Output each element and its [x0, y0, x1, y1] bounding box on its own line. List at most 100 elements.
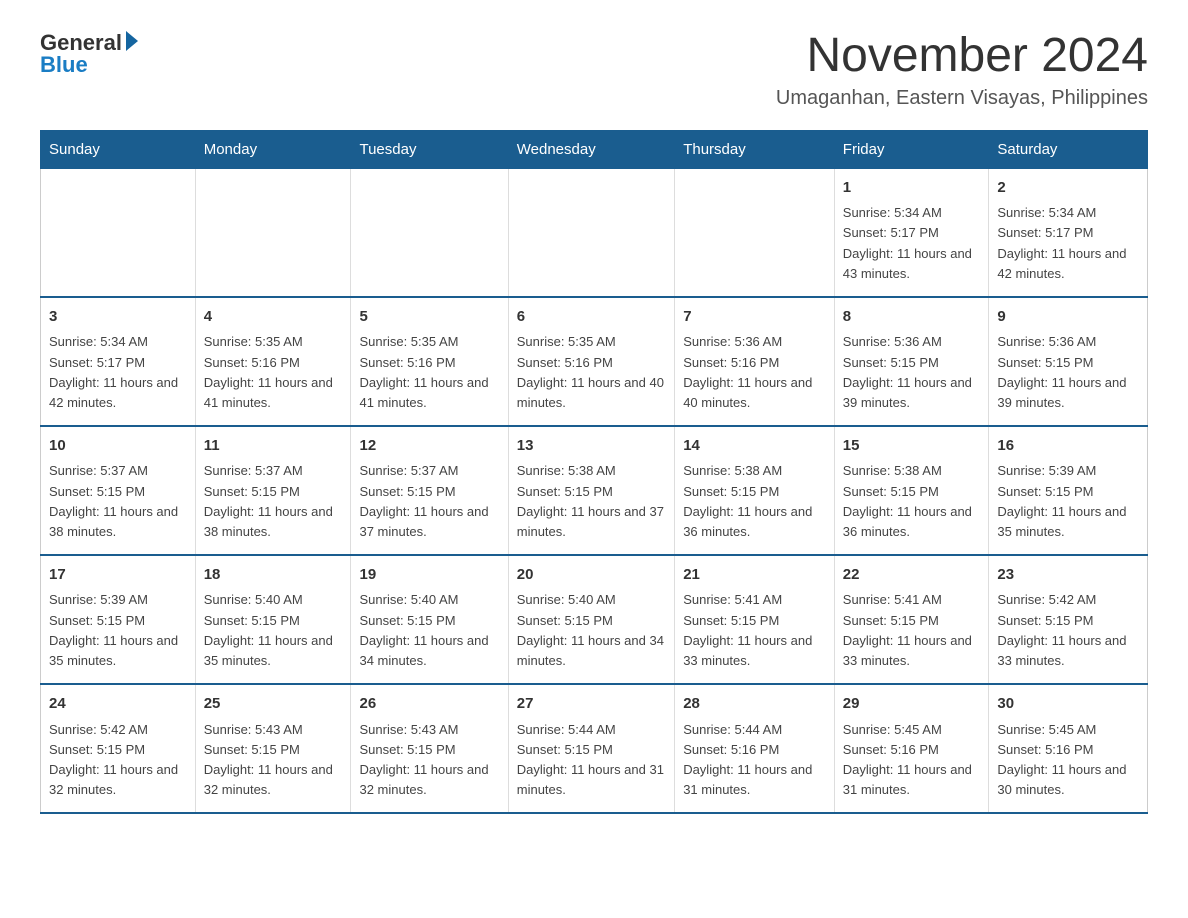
day-number: 20	[517, 564, 666, 587]
table-row: 21 Sunrise: 5:41 AMSunset: 5:15 PMDayligh…	[675, 555, 835, 684]
logo-blue-text: Blue	[40, 52, 88, 78]
day-number: 17	[49, 564, 187, 587]
table-row	[351, 168, 508, 297]
day-info: Sunrise: 5:42 AMSunset: 5:15 PMDaylight:…	[49, 720, 187, 801]
table-row: 12 Sunrise: 5:37 AMSunset: 5:15 PMDayligh…	[351, 426, 508, 555]
day-info: Sunrise: 5:40 AMSunset: 5:15 PMDaylight:…	[204, 590, 343, 671]
day-info: Sunrise: 5:43 AMSunset: 5:15 PMDaylight:…	[204, 720, 343, 801]
table-row: 5 Sunrise: 5:35 AMSunset: 5:16 PMDaylight…	[351, 297, 508, 426]
table-row: 28 Sunrise: 5:44 AMSunset: 5:16 PMDayligh…	[675, 684, 835, 813]
header-monday: Monday	[195, 130, 351, 168]
day-info: Sunrise: 5:37 AMSunset: 5:15 PMDaylight:…	[204, 461, 343, 542]
week-row-4: 17 Sunrise: 5:39 AMSunset: 5:15 PMDayligh…	[41, 555, 1148, 684]
day-number: 5	[359, 306, 499, 329]
day-info: Sunrise: 5:40 AMSunset: 5:15 PMDaylight:…	[517, 590, 666, 671]
header-sunday: Sunday	[41, 130, 196, 168]
table-row: 15 Sunrise: 5:38 AMSunset: 5:15 PMDayligh…	[834, 426, 989, 555]
table-row: 20 Sunrise: 5:40 AMSunset: 5:15 PMDayligh…	[508, 555, 674, 684]
table-row	[41, 168, 196, 297]
day-number: 12	[359, 435, 499, 458]
day-number: 22	[843, 564, 981, 587]
day-info: Sunrise: 5:38 AMSunset: 5:15 PMDaylight:…	[843, 461, 981, 542]
day-number: 11	[204, 435, 343, 458]
day-number: 25	[204, 693, 343, 716]
day-number: 15	[843, 435, 981, 458]
table-row: 13 Sunrise: 5:38 AMSunset: 5:15 PMDayligh…	[508, 426, 674, 555]
table-row: 3 Sunrise: 5:34 AMSunset: 5:17 PMDaylight…	[41, 297, 196, 426]
day-number: 24	[49, 693, 187, 716]
table-row: 1 Sunrise: 5:34 AMSunset: 5:17 PMDaylight…	[834, 168, 989, 297]
table-row: 17 Sunrise: 5:39 AMSunset: 5:15 PMDayligh…	[41, 555, 196, 684]
table-row: 7 Sunrise: 5:36 AMSunset: 5:16 PMDaylight…	[675, 297, 835, 426]
day-number: 13	[517, 435, 666, 458]
calendar-table: Sunday Monday Tuesday Wednesday Thursday…	[40, 130, 1148, 814]
table-row: 10 Sunrise: 5:37 AMSunset: 5:15 PMDayligh…	[41, 426, 196, 555]
day-info: Sunrise: 5:38 AMSunset: 5:15 PMDaylight:…	[683, 461, 826, 542]
table-row: 8Sunrise: 5:36 AMSunset: 5:15 PMDaylight…	[834, 297, 989, 426]
day-info: Sunrise: 5:43 AMSunset: 5:15 PMDaylight:…	[359, 720, 499, 801]
table-row: 16Sunrise: 5:39 AMSunset: 5:15 PMDayligh…	[989, 426, 1148, 555]
day-number: 28	[683, 693, 826, 716]
table-row: 2 Sunrise: 5:34 AMSunset: 5:17 PMDaylight…	[989, 168, 1148, 297]
day-info: Sunrise: 5:35 AMSunset: 5:16 PMDaylight:…	[359, 332, 499, 413]
day-info: Sunrise: 5:41 AMSunset: 5:15 PMDaylight:…	[683, 590, 826, 671]
header-saturday: Saturday	[989, 130, 1148, 168]
day-number: 14	[683, 435, 826, 458]
day-info: Sunrise: 5:35 AMSunset: 5:16 PMDaylight:…	[204, 332, 343, 413]
header-tuesday: Tuesday	[351, 130, 508, 168]
table-row: 22 Sunrise: 5:41 AMSunset: 5:15 PMDayligh…	[834, 555, 989, 684]
day-number: 3	[49, 306, 187, 329]
day-number: 26	[359, 693, 499, 716]
day-info: Sunrise: 5:36 AMSunset: 5:15 PMDaylight:…	[997, 332, 1139, 413]
table-row: 6 Sunrise: 5:35 AMSunset: 5:16 PMDaylight…	[508, 297, 674, 426]
day-info: Sunrise: 5:35 AMSunset: 5:16 PMDaylight:…	[517, 332, 666, 413]
day-info: Sunrise: 5:41 AMSunset: 5:15 PMDaylight:…	[843, 590, 981, 671]
table-row: 4 Sunrise: 5:35 AMSunset: 5:16 PMDaylight…	[195, 297, 351, 426]
day-info: Sunrise: 5:44 AMSunset: 5:15 PMDaylight:…	[517, 720, 666, 801]
calendar-header-row: Sunday Monday Tuesday Wednesday Thursday…	[41, 130, 1148, 168]
day-info: Sunrise: 5:37 AMSunset: 5:15 PMDaylight:…	[359, 461, 499, 542]
day-number: 30	[997, 693, 1139, 716]
day-info: Sunrise: 5:37 AMSunset: 5:15 PMDaylight:…	[49, 461, 187, 542]
logo: General Blue	[40, 30, 138, 78]
week-row-5: 24 Sunrise: 5:42 AMSunset: 5:15 PMDayligh…	[41, 684, 1148, 813]
day-info: Sunrise: 5:44 AMSunset: 5:16 PMDaylight:…	[683, 720, 826, 801]
calendar-title: November 2024	[776, 30, 1148, 83]
table-row: 23Sunrise: 5:42 AMSunset: 5:15 PMDayligh…	[989, 555, 1148, 684]
table-row: 14 Sunrise: 5:38 AMSunset: 5:15 PMDayligh…	[675, 426, 835, 555]
day-info: Sunrise: 5:45 AMSunset: 5:16 PMDaylight:…	[843, 720, 981, 801]
day-number: 10	[49, 435, 187, 458]
table-row: 18Sunrise: 5:40 AMSunset: 5:15 PMDayligh…	[195, 555, 351, 684]
day-info: Sunrise: 5:34 AMSunset: 5:17 PMDaylight:…	[997, 203, 1139, 284]
logo-arrow-icon	[126, 31, 138, 51]
day-number: 9	[997, 306, 1139, 329]
day-info: Sunrise: 5:39 AMSunset: 5:15 PMDaylight:…	[49, 590, 187, 671]
table-row: 27Sunrise: 5:44 AMSunset: 5:15 PMDayligh…	[508, 684, 674, 813]
day-info: Sunrise: 5:36 AMSunset: 5:15 PMDaylight:…	[843, 332, 981, 413]
day-number: 1	[843, 177, 981, 200]
table-row: 9 Sunrise: 5:36 AMSunset: 5:15 PMDaylight…	[989, 297, 1148, 426]
day-info: Sunrise: 5:36 AMSunset: 5:16 PMDaylight:…	[683, 332, 826, 413]
day-number: 2	[997, 177, 1139, 200]
day-info: Sunrise: 5:34 AMSunset: 5:17 PMDaylight:…	[49, 332, 187, 413]
table-row: 29Sunrise: 5:45 AMSunset: 5:16 PMDayligh…	[834, 684, 989, 813]
day-number: 23	[997, 564, 1139, 587]
day-info: Sunrise: 5:34 AMSunset: 5:17 PMDaylight:…	[843, 203, 981, 284]
header-friday: Friday	[834, 130, 989, 168]
day-info: Sunrise: 5:39 AMSunset: 5:15 PMDaylight:…	[997, 461, 1139, 542]
week-row-1: 1 Sunrise: 5:34 AMSunset: 5:17 PMDaylight…	[41, 168, 1148, 297]
table-row: 30 Sunrise: 5:45 AMSunset: 5:16 PMDayligh…	[989, 684, 1148, 813]
table-row: 26 Sunrise: 5:43 AMSunset: 5:15 PMDayligh…	[351, 684, 508, 813]
day-number: 19	[359, 564, 499, 587]
week-row-2: 3 Sunrise: 5:34 AMSunset: 5:17 PMDaylight…	[41, 297, 1148, 426]
table-row	[675, 168, 835, 297]
table-row: 25 Sunrise: 5:43 AMSunset: 5:15 PMDayligh…	[195, 684, 351, 813]
day-info: Sunrise: 5:38 AMSunset: 5:15 PMDaylight:…	[517, 461, 666, 542]
header-thursday: Thursday	[675, 130, 835, 168]
table-row	[195, 168, 351, 297]
day-info: Sunrise: 5:45 AMSunset: 5:16 PMDaylight:…	[997, 720, 1139, 801]
day-number: 6	[517, 306, 666, 329]
day-number: 21	[683, 564, 826, 587]
day-number: 4	[204, 306, 343, 329]
day-number: 7	[683, 306, 826, 329]
